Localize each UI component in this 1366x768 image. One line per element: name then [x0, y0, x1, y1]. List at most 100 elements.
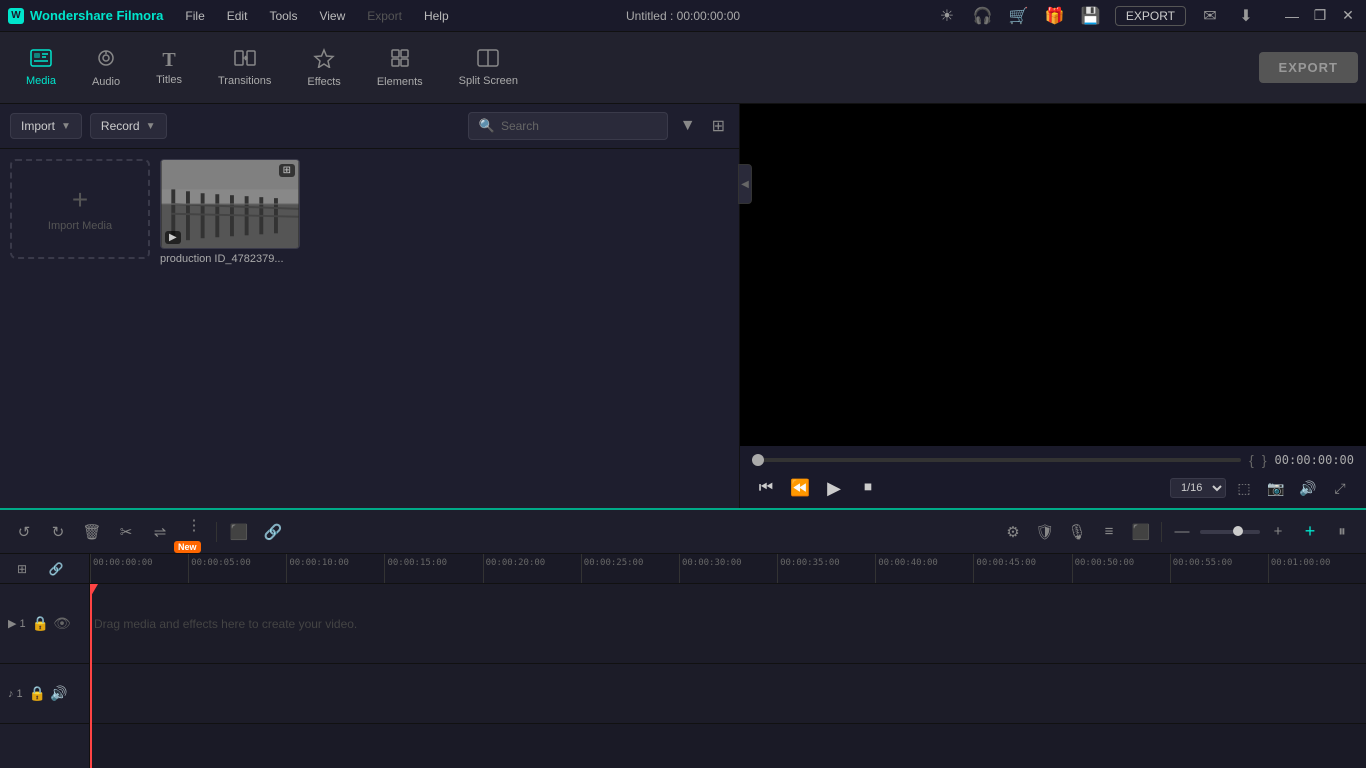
export-button[interactable]: EXPORT: [1259, 52, 1358, 83]
snap-add-icon[interactable]: ⊞: [8, 555, 36, 583]
timeline-tracks: Drag media and effects here to create yo…: [90, 584, 1366, 768]
ruler-label-7: 00:00:35:00: [780, 558, 840, 568]
splitscreen-label: Split Screen: [459, 75, 518, 87]
sun-icon[interactable]: ☀: [935, 4, 959, 28]
redo-button[interactable]: ↻: [44, 518, 72, 546]
zoom-out-button[interactable]: —: [1168, 518, 1196, 546]
menu-view[interactable]: View: [309, 5, 355, 27]
menu-help[interactable]: Help: [414, 5, 459, 27]
grid-view-icon[interactable]: ⊞: [708, 112, 729, 140]
ruler-mark-7: 00:00:35:00: [777, 554, 875, 583]
ruler-label-3: 00:00:15:00: [387, 558, 447, 568]
menu-edit[interactable]: Edit: [217, 5, 258, 27]
effects-label: Effects: [307, 76, 340, 88]
toolbar-splitscreen[interactable]: Split Screen: [441, 41, 536, 95]
ruler-label-11: 00:00:55:00: [1173, 558, 1233, 568]
delete-button[interactable]: 🗑: [78, 518, 106, 546]
settings-icon-btn[interactable]: ⚙: [999, 518, 1027, 546]
toolbar-transitions[interactable]: Transitions: [200, 41, 289, 95]
panel-collapse-arrow[interactable]: ◀: [738, 164, 752, 204]
record-arrow-icon: ▼: [146, 121, 156, 132]
zoom-slider[interactable]: [1200, 530, 1260, 534]
audio-track-label: ♪ 1: [8, 688, 23, 700]
maximize-button[interactable]: ❐: [1310, 6, 1330, 26]
save-icon[interactable]: 💾: [1079, 4, 1103, 28]
menu-tools[interactable]: Tools: [259, 5, 307, 27]
import-media-box[interactable]: + Import Media: [10, 159, 150, 259]
snapshot-icon[interactable]: 📷: [1262, 474, 1290, 502]
main-toolbar: Media Audio T Titles Transitions: [0, 32, 1366, 104]
step-back-button[interactable]: ⏮: [752, 474, 780, 502]
video-track-header: ▶ 1 🔒 👁: [0, 584, 89, 664]
effects-icon: [313, 48, 335, 72]
message-icon[interactable]: ✉: [1198, 4, 1222, 28]
toolbar-titles[interactable]: T Titles: [138, 42, 200, 94]
toolbar-media[interactable]: Media: [8, 41, 74, 95]
timeline-ruler: 00:00:00:00 00:00:05:00 00:00:10:00 00:0…: [90, 554, 1366, 584]
close-button[interactable]: ✕: [1338, 6, 1358, 26]
lock-icon[interactable]: 🔒: [32, 615, 49, 632]
import-dropdown[interactable]: Import ▼: [10, 113, 82, 139]
gift-icon[interactable]: 🎁: [1043, 4, 1067, 28]
pause-all-button[interactable]: ⏸: [1328, 518, 1356, 546]
timeline-top-controls: ⊞ 🔗: [0, 554, 89, 584]
zoom-in-button[interactable]: +: [1264, 518, 1292, 546]
minimize-button[interactable]: —: [1282, 6, 1302, 26]
media-toolbar: Import ▼ Record ▼ 🔍 ▼ ⊞: [0, 104, 739, 149]
ruler-label-5: 00:00:25:00: [584, 558, 644, 568]
stop-button[interactable]: ⏹: [854, 474, 882, 502]
menu-export[interactable]: Export: [357, 5, 412, 27]
app-logo-icon: W: [8, 8, 24, 24]
media-icon: [30, 49, 52, 71]
zoom-control: — +: [1168, 518, 1292, 546]
undo-button[interactable]: ↺: [10, 518, 38, 546]
download-icon[interactable]: ⬇: [1234, 4, 1258, 28]
record-dropdown[interactable]: Record ▼: [90, 113, 167, 139]
expand-icon[interactable]: ⤢: [1326, 474, 1354, 502]
toolbar-elements[interactable]: Elements: [359, 40, 441, 96]
ruler-mark-4: 00:00:20:00: [483, 554, 581, 583]
shield-icon-btn[interactable]: 🛡: [1031, 518, 1059, 546]
media-label: Media: [26, 75, 56, 87]
cart-icon[interactable]: 🛒: [1007, 4, 1031, 28]
ruler-mark-9: 00:00:45:00: [973, 554, 1071, 583]
left-bracket-icon: {: [1249, 452, 1254, 468]
eye-icon[interactable]: 👁: [53, 615, 71, 632]
media-item[interactable]: ⊞ ▶ production ID_4782379...: [160, 159, 300, 265]
audio-lock-icon[interactable]: 🔒: [29, 685, 46, 702]
toolbar-audio[interactable]: Audio: [74, 40, 138, 96]
audio-mute-icon[interactable]: 🔊: [50, 685, 67, 702]
import-label: Import: [21, 119, 55, 133]
crop-icon-btn[interactable]: ⬛: [1127, 518, 1155, 546]
speed-selector[interactable]: 1/16: [1170, 478, 1226, 498]
filter-icon[interactable]: ▼: [676, 113, 700, 139]
link-icon[interactable]: 🔗: [42, 555, 70, 583]
preview-canvas: [740, 104, 1366, 446]
cut-button[interactable]: ✂: [112, 518, 140, 546]
playhead[interactable]: [90, 584, 92, 768]
ruler-label-9: 00:00:45:00: [976, 558, 1036, 568]
timeline-ruler-and-tracks: 00:00:00:00 00:00:05:00 00:00:10:00 00:0…: [90, 554, 1366, 768]
toolbar-effects[interactable]: Effects: [289, 40, 358, 96]
fullscreen-preview-icon[interactable]: ⬚: [1230, 474, 1258, 502]
menu-file[interactable]: File: [175, 5, 214, 27]
track-a1-info: ♪ 1: [8, 688, 23, 700]
more-button[interactable]: ⋮: [180, 511, 208, 539]
volume-icon[interactable]: 🔊: [1294, 474, 1322, 502]
align-icon-btn[interactable]: ≡: [1095, 518, 1123, 546]
login-button[interactable]: EXPORT: [1115, 6, 1186, 26]
play-button[interactable]: ▶: [820, 474, 848, 502]
right-bracket-icon: }: [1262, 452, 1267, 468]
window-controls: — ❐ ✕: [1282, 6, 1358, 26]
frame-back-button[interactable]: ⏪: [786, 474, 814, 502]
track-link-button[interactable]: 🔗: [259, 518, 287, 546]
headphones-icon[interactable]: 🎧: [971, 4, 995, 28]
split-button[interactable]: ⇌: [146, 518, 174, 546]
progress-bar[interactable]: [752, 458, 1241, 462]
track-add-left-button[interactable]: ⬛: [225, 518, 253, 546]
add-track-button[interactable]: +: [1296, 518, 1324, 546]
search-input[interactable]: [501, 119, 657, 133]
mic-icon-btn[interactable]: 🎙: [1063, 518, 1091, 546]
import-media-label: Import Media: [48, 220, 112, 232]
audio-label: Audio: [92, 76, 120, 88]
